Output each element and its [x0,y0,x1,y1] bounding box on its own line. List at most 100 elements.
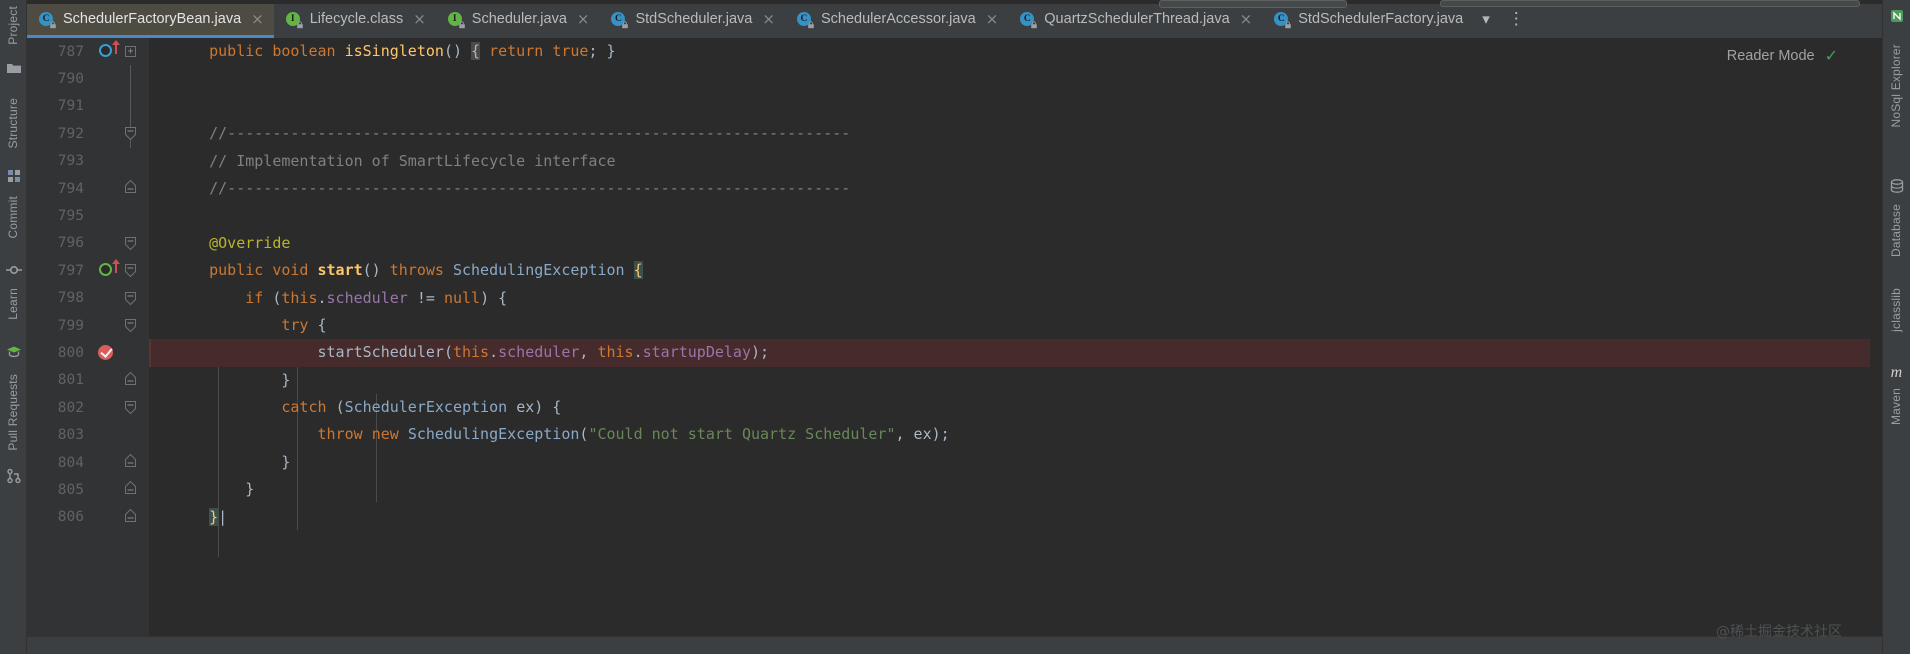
gutter-row[interactable]: 806 [27,503,157,532]
tab-close-icon[interactable]: × [251,11,264,27]
sidebar-item-jclasslib[interactable]: jclasslib [1883,288,1910,332]
code-line[interactable]: } [149,367,1870,394]
gutter-row[interactable]: 805 [27,476,157,504]
code-line[interactable]: public boolean isSingleton() { return tr… [149,38,1870,65]
code-line[interactable]: } [149,476,1870,503]
code-line[interactable] [149,202,1870,229]
code-line[interactable]: //--------------------------------------… [149,175,1870,202]
fold-end-icon[interactable] [125,480,136,495]
gutter-row[interactable]: 793 [27,148,149,175]
sidebar-item-nosql-explorer-label: NoSql Explorer [1889,44,1903,128]
gutter-row[interactable]: 795 [27,202,149,229]
code-line[interactable]: }| [149,504,1870,531]
implementing-arrow-icon[interactable] [112,259,120,274]
maven-glyph[interactable]: m [1883,364,1910,382]
gutter-row[interactable]: 799 [27,311,157,340]
overridden-method-icon[interactable] [99,44,112,57]
structure-glyph[interactable] [0,168,27,184]
code-text-area[interactable]: public boolean isSingleton() { return tr… [149,38,1870,636]
sidebar-item-folder[interactable] [0,60,27,76]
code-line-breakpoint[interactable]: startScheduler(this.scheduler, this.star… [149,339,1870,368]
commit-glyph[interactable] [0,262,27,278]
tab-close-icon[interactable]: × [577,11,590,27]
gutter-row[interactable]: 794 [27,175,149,202]
line-number: 791 [57,98,84,115]
code-line[interactable]: @Override [149,230,1870,257]
implementing-arrow-icon[interactable] [112,40,120,54]
fold-collapse-icon[interactable] [125,264,136,278]
gutter-row[interactable]: 791 [27,92,149,121]
sidebar-item-nosql-explorer[interactable]: NoSql Explorer [1883,44,1910,128]
gutter-row-breakpoint[interactable]: 800 [27,339,157,367]
gutter-row[interactable]: 790 [27,65,149,93]
code-line[interactable] [149,93,1870,120]
fold-end-icon[interactable] [125,508,136,522]
sidebar-item-structure[interactable]: Structure [0,98,27,149]
toolbar-field-remnant-1[interactable] [1159,0,1347,8]
sidebar-item-database[interactable]: Database [1883,204,1910,257]
fold-collapse-icon[interactable] [125,401,136,415]
tab-scheduler-java[interactable]: I Scheduler.java × [436,0,600,38]
breakpoint-icon[interactable] [98,345,113,361]
tab-close-icon[interactable]: × [1240,11,1253,27]
fold-collapse-icon[interactable] [125,127,136,141]
tab-close-icon[interactable]: × [986,11,999,27]
fold-collapse-icon[interactable] [125,318,136,333]
code-line[interactable] [149,65,1870,92]
code-line[interactable]: try { [149,312,1870,339]
code-line[interactable]: public void start() throws SchedulingExc… [149,257,1870,284]
pull-request-glyph[interactable] [0,468,27,484]
sidebar-item-commit[interactable]: Commit [0,196,27,239]
toolbar-field-remnant-2[interactable] [1440,0,1860,7]
sidebar-item-maven[interactable]: Maven [1883,388,1910,425]
gutter-row[interactable]: 803 [27,421,157,449]
implemented-method-icon[interactable] [99,263,112,277]
tab-lifecycle-class[interactable]: I Lifecycle.class × [274,0,436,38]
tab-std-scheduler-java[interactable]: C StdScheduler.java × [599,0,784,38]
sidebar-item-learn[interactable]: Learn [0,288,27,320]
gutter-marks [89,148,149,175]
java-class-icon: C [1020,11,1038,28]
gutter-row[interactable]: 797 [27,257,157,285]
line-number: 796 [57,235,84,252]
tab-label: QuartzSchedulerThread.java [1044,11,1230,27]
editor-gutter[interactable]: 787 + 790 791 792 793 794 795 796 797 79… [27,38,157,636]
gutter-row[interactable]: 792 [27,120,149,148]
tab-close-icon[interactable]: × [762,11,775,27]
fold-expand-icon[interactable]: + [125,46,136,57]
gutter-row[interactable]: 796 [27,230,149,257]
java-abstract-class-icon: C [796,11,814,28]
database-glyph[interactable] [1883,178,1910,194]
fold-collapse-icon[interactable] [125,236,136,251]
reader-mode-indicator[interactable]: Reader Mode ✓ [1727,46,1838,66]
code-line[interactable]: catch (SchedulerException ex) { [149,394,1870,421]
code-line[interactable]: //--------------------------------------… [149,120,1870,147]
gutter-row[interactable]: 787 + [27,38,149,65]
gutter-row[interactable]: 802 [27,394,157,422]
learn-glyph[interactable] [0,344,27,360]
code-line[interactable]: if (this.scheduler != null) { [149,285,1870,312]
gutter-row[interactable]: 804 [27,448,157,477]
sidebar-item-maven-label: Maven [1889,388,1903,426]
structure-icon [7,170,20,182]
tab-scheduler-accessor-java[interactable]: C SchedulerAccessor.java × [785,0,1008,38]
fold-end-icon[interactable] [125,371,136,385]
fold-end-icon[interactable] [125,453,136,467]
code-line[interactable]: throw new SchedulingException("Could not… [149,421,1870,448]
gutter-marks [89,311,157,340]
sidebar-item-pull-requests[interactable]: Pull Requests [0,374,27,451]
tab-close-icon[interactable]: × [413,11,426,27]
code-line[interactable]: } [149,449,1870,476]
fold-end-icon[interactable] [125,179,136,193]
code-editor[interactable]: 787 + 790 791 792 793 794 795 796 797 79… [27,38,1882,636]
code-line[interactable]: // Implementation of SmartLifecycle inte… [149,148,1870,175]
editor-scrollbar[interactable] [1870,38,1882,636]
tab-scheduler-factory-bean[interactable]: C SchedulerFactoryBean.java × [27,0,274,38]
nosql-glyph[interactable] [1883,8,1910,24]
ide-window: Project Structure Commit Learn Pull Requ… [0,0,1910,654]
gutter-marks: + [89,38,149,65]
gutter-row[interactable]: 798 [27,284,157,312]
fold-collapse-icon[interactable] [125,291,136,306]
sidebar-item-project[interactable]: Project [0,6,27,45]
gutter-row[interactable]: 801 [27,366,157,395]
